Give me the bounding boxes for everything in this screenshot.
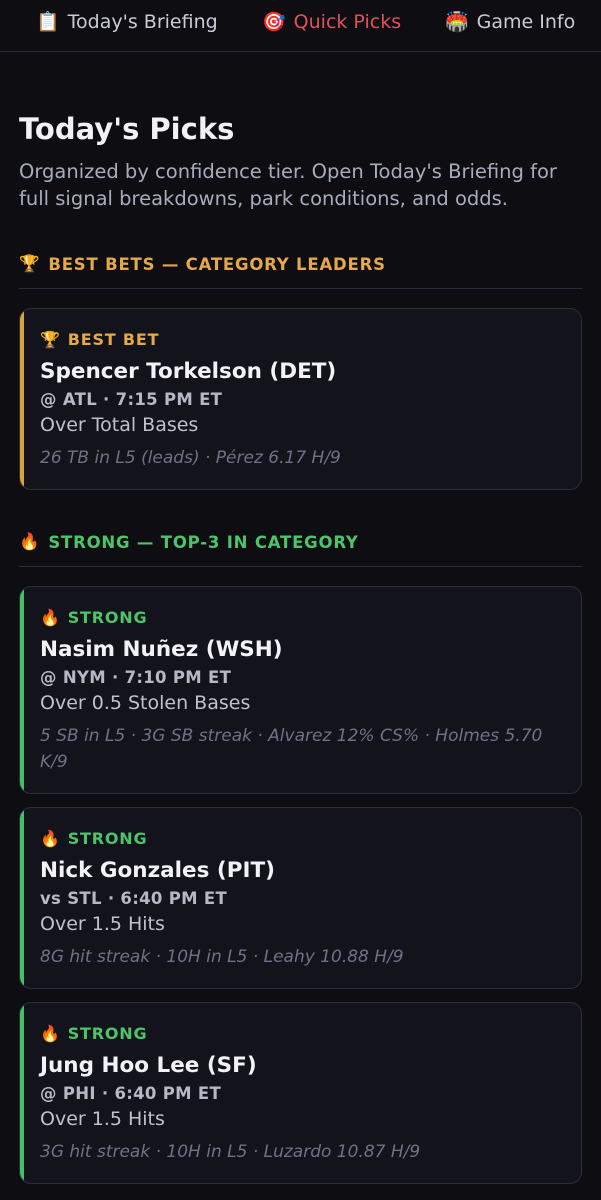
section-label: BEST BETS — CATEGORY LEADERS [48,254,386,274]
tab-label: Today's Briefing [67,10,218,33]
player-name: Nick Gonzales (PIT) [40,858,275,883]
tab-todays-briefing[interactable]: 📋 Today's Briefing [36,10,262,34]
tab-quick-picks[interactable]: 🎯 Quick Picks [262,10,445,34]
pick-card[interactable]: 🏆 BEST BET Spencer Torkelson (DET) @ ATL… [19,308,582,490]
fire-icon: 🔥 [40,1024,61,1043]
prop-line: Over 0.5 Stolen Bases [40,692,251,714]
clipboard-icon: 📋 [36,11,60,33]
player-name: Nasim Nuñez (WSH) [40,637,283,662]
tier-badge: 🏆 BEST BET [40,330,561,349]
tier-label: STRONG [67,608,148,627]
prop-line: Over 1.5 Hits [40,1108,165,1130]
tier-label: BEST BET [67,330,160,349]
top-nav: 📋 Today's Briefing 🎯 Quick Picks 🏟️ Game… [0,0,601,52]
fire-icon: 🔥 [40,608,61,627]
prop-line: Over Total Bases [40,414,199,436]
tier-badge: 🔥 STRONG [40,829,561,848]
tab-label: Quick Picks [293,10,402,33]
pick-card[interactable]: 🔥 STRONG Jung Hoo Lee (SF) @ PHI · 6:40 … [19,1002,582,1184]
tier-label: STRONG [67,829,148,848]
fire-icon: 🔥 [19,532,41,551]
page-title: Today's Picks [19,112,235,146]
fire-icon: 🔥 [40,829,61,848]
page-subtitle: Organized by confidence tier. Open Today… [19,160,557,210]
matchup: @ ATL · 7:15 PM ET [40,390,223,409]
section-label: STRONG — TOP-3 IN CATEGORY [48,532,359,552]
tier-badge: 🔥 STRONG [40,608,561,627]
tier-badge: 🔥 STRONG [40,1024,561,1043]
player-name: Spencer Torkelson (DET) [40,359,337,384]
signal-summary: 3G hit streak · 10H in L5 · Luzardo 10.8… [40,1142,421,1162]
signal-summary: 26 TB in L5 (leads) · Pérez 6.17 H/9 [40,448,341,468]
trophy-icon: 🏆 [19,254,41,273]
prop-line: Over 1.5 Hits [40,913,165,935]
stadium-icon: 🏟️ [445,11,469,33]
signal-summary: 8G hit streak · 10H in L5 · Leahy 10.88 … [40,947,404,967]
matchup: @ NYM · 7:10 PM ET [40,668,232,687]
pick-card[interactable]: 🔥 STRONG Nick Gonzales (PIT) vs STL · 6:… [19,807,582,989]
best-bets-list: 🏆 BEST BET Spencer Torkelson (DET) @ ATL… [19,308,582,490]
tier-label: STRONG [67,1024,148,1043]
player-name: Jung Hoo Lee (SF) [40,1053,257,1078]
pick-card[interactable]: 🔥 STRONG Nasim Nuñez (WSH) @ NYM · 7:10 … [19,586,582,794]
main-content: Today's Picks Organized by confidence ti… [0,112,601,1184]
trophy-icon: 🏆 [40,330,61,349]
tab-game-info[interactable]: 🏟️ Game Info [445,10,576,34]
tab-label: Game Info [476,10,576,33]
strong-picks-list: 🔥 STRONG Nasim Nuñez (WSH) @ NYM · 7:10 … [19,586,582,1184]
matchup: @ PHI · 6:40 PM ET [40,1084,222,1103]
signal-summary: 5 SB in L5 · 3G SB streak · Alvarez 12% … [40,726,543,772]
section-header-strong: 🔥 STRONG — TOP-3 IN CATEGORY [19,532,582,567]
section-header-best-bets: 🏆 BEST BETS — CATEGORY LEADERS [19,254,582,289]
matchup: vs STL · 6:40 PM ET [40,889,227,908]
target-icon: 🎯 [262,11,286,33]
